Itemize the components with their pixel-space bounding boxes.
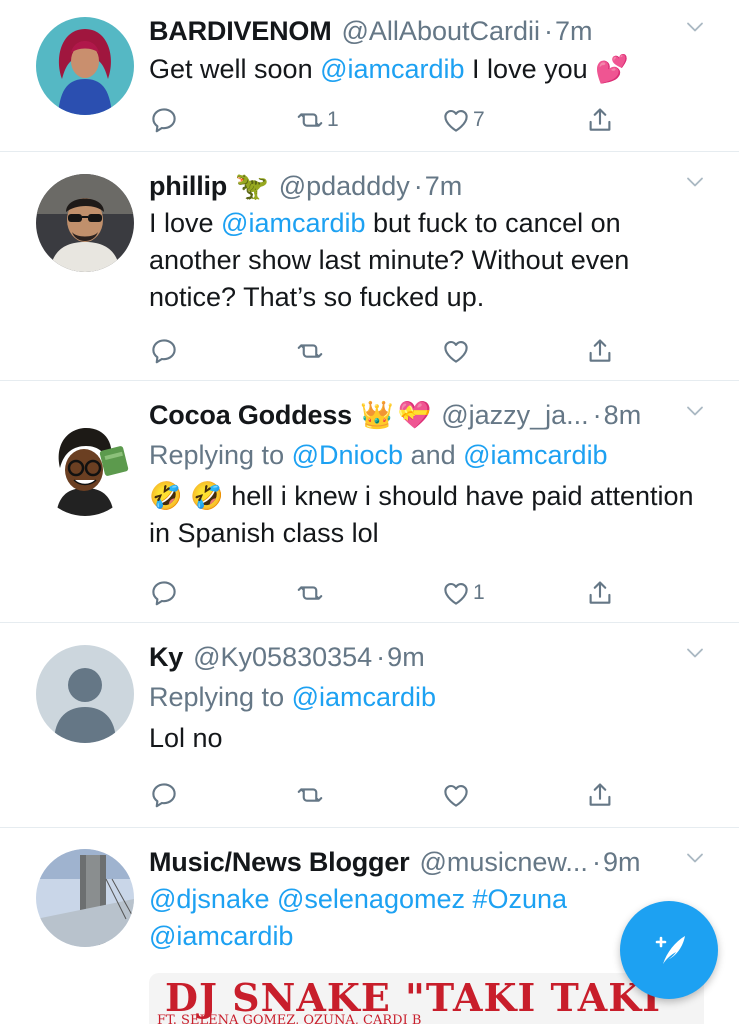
tweet-text: Get well soon @iamcardib I love you 💕 — [149, 51, 719, 88]
tweet[interactable]: phillip 🦖 @pdadddy · 7m I love @iamcardi… — [0, 152, 739, 381]
reply-button[interactable] — [149, 779, 179, 811]
reply-icon — [149, 780, 179, 810]
mention-link[interactable]: @djsnake @selenagomez #Ozuna — [149, 881, 719, 918]
avatar[interactable] — [36, 645, 134, 743]
like-icon — [441, 105, 471, 135]
replying-label: Replying to — [149, 682, 292, 712]
like-icon — [441, 336, 471, 366]
display-name[interactable]: Ky — [149, 639, 183, 675]
chevron-down-icon[interactable] — [683, 170, 707, 194]
mention-link[interactable]: @iamcardib — [463, 440, 607, 470]
mention-link[interactable]: @iamcardib — [221, 208, 365, 238]
share-button[interactable] — [585, 577, 615, 609]
tweet[interactable]: Cocoa Goddess 👑 💝 @jazzy_ja... · 8m Repl… — [0, 381, 739, 623]
retweet-icon — [295, 105, 325, 135]
tweet[interactable]: Ky @Ky05830354 · 9m Replying to @iamcard… — [0, 623, 739, 828]
heart-with-ribbon-emoji: 💝 — [397, 400, 432, 430]
display-name[interactable]: Music/News Blogger — [149, 844, 410, 880]
share-icon — [585, 578, 615, 608]
compose-tweet-button[interactable] — [620, 901, 718, 999]
chevron-down-icon[interactable] — [683, 641, 707, 665]
avatar[interactable] — [36, 849, 134, 947]
tweet-text: 🤣 🤣 hell i knew i should have paid atten… — [149, 478, 719, 552]
rofl-emoji: 🤣 🤣 — [149, 481, 224, 511]
compose-tweet-icon — [655, 936, 685, 964]
like-count: 1 — [473, 581, 485, 604]
share-button[interactable] — [585, 335, 615, 367]
separator-dot: · — [413, 171, 423, 201]
replying-label: Replying to — [149, 440, 292, 470]
replying-and: and — [403, 440, 464, 470]
mention-link[interactable]: @iamcardib — [320, 54, 464, 84]
retweet-icon — [295, 578, 325, 608]
like-button[interactable]: 1 — [441, 577, 485, 609]
media-subtitle: FT. SELENA GOMEZ, OZUNA, CARDI B — [157, 1013, 422, 1024]
share-icon — [585, 780, 615, 810]
separator-dot: · — [376, 642, 386, 672]
retweet-button[interactable] — [295, 779, 327, 811]
avatar[interactable] — [36, 17, 134, 115]
reply-button[interactable] — [149, 104, 179, 136]
timestamp: 7m — [555, 16, 593, 46]
retweet-button[interactable]: 1 — [295, 104, 339, 136]
handle[interactable]: @jazzy_ja... — [441, 397, 588, 433]
share-icon — [585, 336, 615, 366]
dinosaur-emoji: 🦖 — [235, 171, 269, 201]
retweet-button[interactable] — [295, 335, 327, 367]
two-hearts-emoji: 💕 — [595, 54, 629, 84]
tweet[interactable]: BARDIVENOM @AllAboutCardii · 7m Get well… — [0, 0, 739, 152]
media-preview[interactable]: DJ SNAKE "TAKI TAKI FT. SELENA GOMEZ, OZ… — [149, 973, 704, 1024]
retweet-count: 1 — [327, 108, 339, 131]
separator-dot: · — [592, 400, 602, 430]
reply-icon — [149, 105, 179, 135]
handle[interactable]: @AllAboutCardii — [342, 13, 541, 49]
separator-dot: · — [591, 847, 601, 877]
replying-to: Replying to @iamcardib — [149, 679, 719, 716]
handle[interactable]: @pdadddy — [279, 168, 410, 204]
share-icon — [585, 105, 615, 135]
like-icon — [441, 578, 471, 608]
display-name[interactable]: Cocoa Goddess — [149, 397, 352, 433]
like-button[interactable]: 7 — [441, 104, 485, 136]
chevron-down-icon[interactable] — [683, 846, 707, 870]
text-segment: I love — [149, 208, 222, 238]
reply-button[interactable] — [149, 335, 179, 367]
handle[interactable]: @musicnew... — [419, 844, 587, 880]
like-icon — [441, 780, 471, 810]
separator-dot: · — [544, 16, 554, 46]
like-button[interactable] — [441, 335, 473, 367]
timestamp: 8m — [603, 400, 642, 430]
reply-icon — [149, 336, 179, 366]
reply-button[interactable] — [149, 577, 179, 609]
retweet-icon — [295, 780, 325, 810]
reply-icon — [149, 578, 179, 608]
display-name[interactable]: BARDIVENOM — [149, 13, 332, 49]
handle[interactable]: @Ky05830354 — [193, 639, 372, 675]
tweet-text: Lol no — [149, 723, 223, 753]
text-segment: hell i knew i should have paid attention… — [149, 481, 694, 548]
mention-link[interactable]: @iamcardib — [292, 682, 436, 712]
share-button[interactable] — [585, 779, 615, 811]
replying-to: Replying to @Dniocb and @iamcardib — [149, 437, 719, 474]
timestamp: 7m — [424, 171, 463, 201]
timestamp: 9m — [602, 847, 641, 877]
text-segment: Get well soon — [149, 54, 321, 84]
avatar[interactable] — [36, 174, 134, 272]
chevron-down-icon[interactable] — [683, 15, 707, 39]
chevron-down-icon[interactable] — [683, 399, 707, 423]
like-count: 7 — [473, 108, 485, 131]
like-button[interactable] — [441, 779, 473, 811]
display-name[interactable]: phillip — [149, 168, 227, 204]
mention-link[interactable]: @Dniocb — [292, 440, 403, 470]
text-segment: I love you — [464, 54, 596, 84]
avatar[interactable] — [36, 418, 134, 516]
retweet-icon — [295, 336, 325, 366]
crown-emoji: 👑 — [359, 400, 394, 430]
share-button[interactable] — [585, 104, 615, 136]
tweet-text: I love @iamcardib but fuck to cancel on … — [149, 205, 719, 316]
timestamp: 9m — [387, 642, 425, 672]
retweet-button[interactable] — [295, 577, 327, 609]
